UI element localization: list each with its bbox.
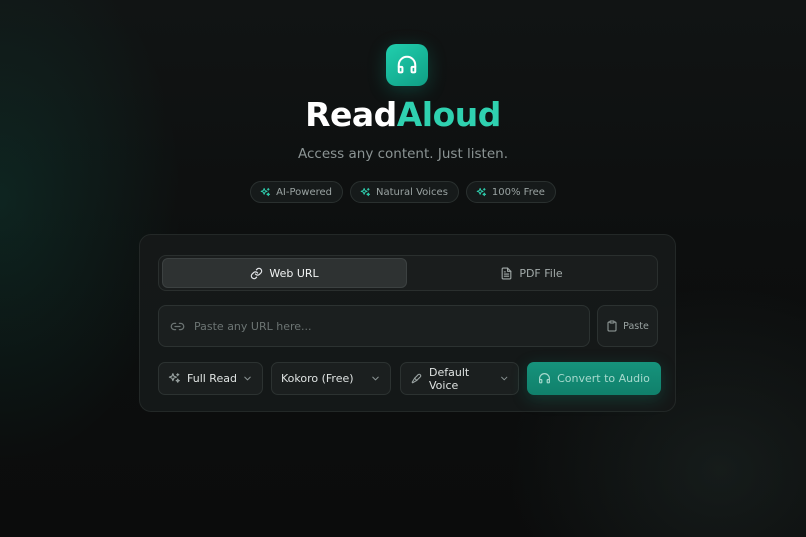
url-input[interactable] (194, 319, 554, 333)
badge-ai-powered: AI-Powered (250, 181, 344, 203)
tab-label: PDF File (519, 266, 563, 280)
tts-engine-value: Kokoro (Free) (281, 372, 354, 385)
badge-natural-voices: Natural Voices (350, 181, 459, 203)
converter-card: Web URL PDF File Paste any URL here... P… (139, 234, 676, 412)
chevron-down-icon (244, 376, 251, 381)
tts-engine-select[interactable]: Kokoro (Free) (271, 362, 391, 395)
badge-label: AI-Powered (276, 186, 333, 198)
chevron-down-icon (372, 376, 379, 381)
voice-value: Default Voice (429, 365, 470, 392)
read-mode-value: Full Read (187, 372, 237, 385)
badge-label: 100% Free (491, 186, 545, 198)
convert-label: Convert to Audio (557, 372, 650, 385)
sparkles-icon (360, 187, 371, 196)
app-title: ReadAloud (0, 93, 806, 137)
tab-pdf-file[interactable]: PDF File (409, 258, 654, 288)
url-input-wrapper[interactable] (158, 305, 590, 347)
source-tabs: Web URL PDF File (158, 255, 658, 291)
feature-badges: AI-Powered Natural Voices 100% Free (0, 181, 806, 203)
tagline: Access any content. Just listen. (297, 146, 509, 162)
app-title-read: Read (305, 95, 397, 134)
link-icon (170, 322, 185, 330)
headphones-icon (539, 373, 551, 384)
tab-label: Web URL (269, 266, 319, 280)
app-logo (386, 44, 428, 86)
badge-label: Natural Voices (376, 186, 448, 198)
link-icon (251, 267, 263, 279)
sparkles-icon (476, 187, 486, 196)
sparkles-icon (168, 372, 181, 385)
clipboard-icon (607, 320, 617, 332)
sparkles-icon (260, 187, 271, 196)
app-title-aloud: Aloud (396, 95, 502, 134)
tab-web-url[interactable]: Web URL (162, 258, 407, 288)
read-mode-select[interactable]: Full Read (158, 362, 263, 395)
paste-label: Paste (623, 320, 649, 332)
mic-icon (410, 372, 423, 385)
chevron-down-icon (500, 376, 507, 381)
voice-select[interactable]: Default Voice (400, 362, 519, 395)
paste-button[interactable]: Paste (597, 305, 658, 347)
file-icon (501, 267, 512, 279)
convert-to-audio-button[interactable]: Convert to Audio (527, 362, 661, 395)
headphones-icon (397, 55, 417, 74)
badge-free: 100% Free (465, 181, 556, 203)
